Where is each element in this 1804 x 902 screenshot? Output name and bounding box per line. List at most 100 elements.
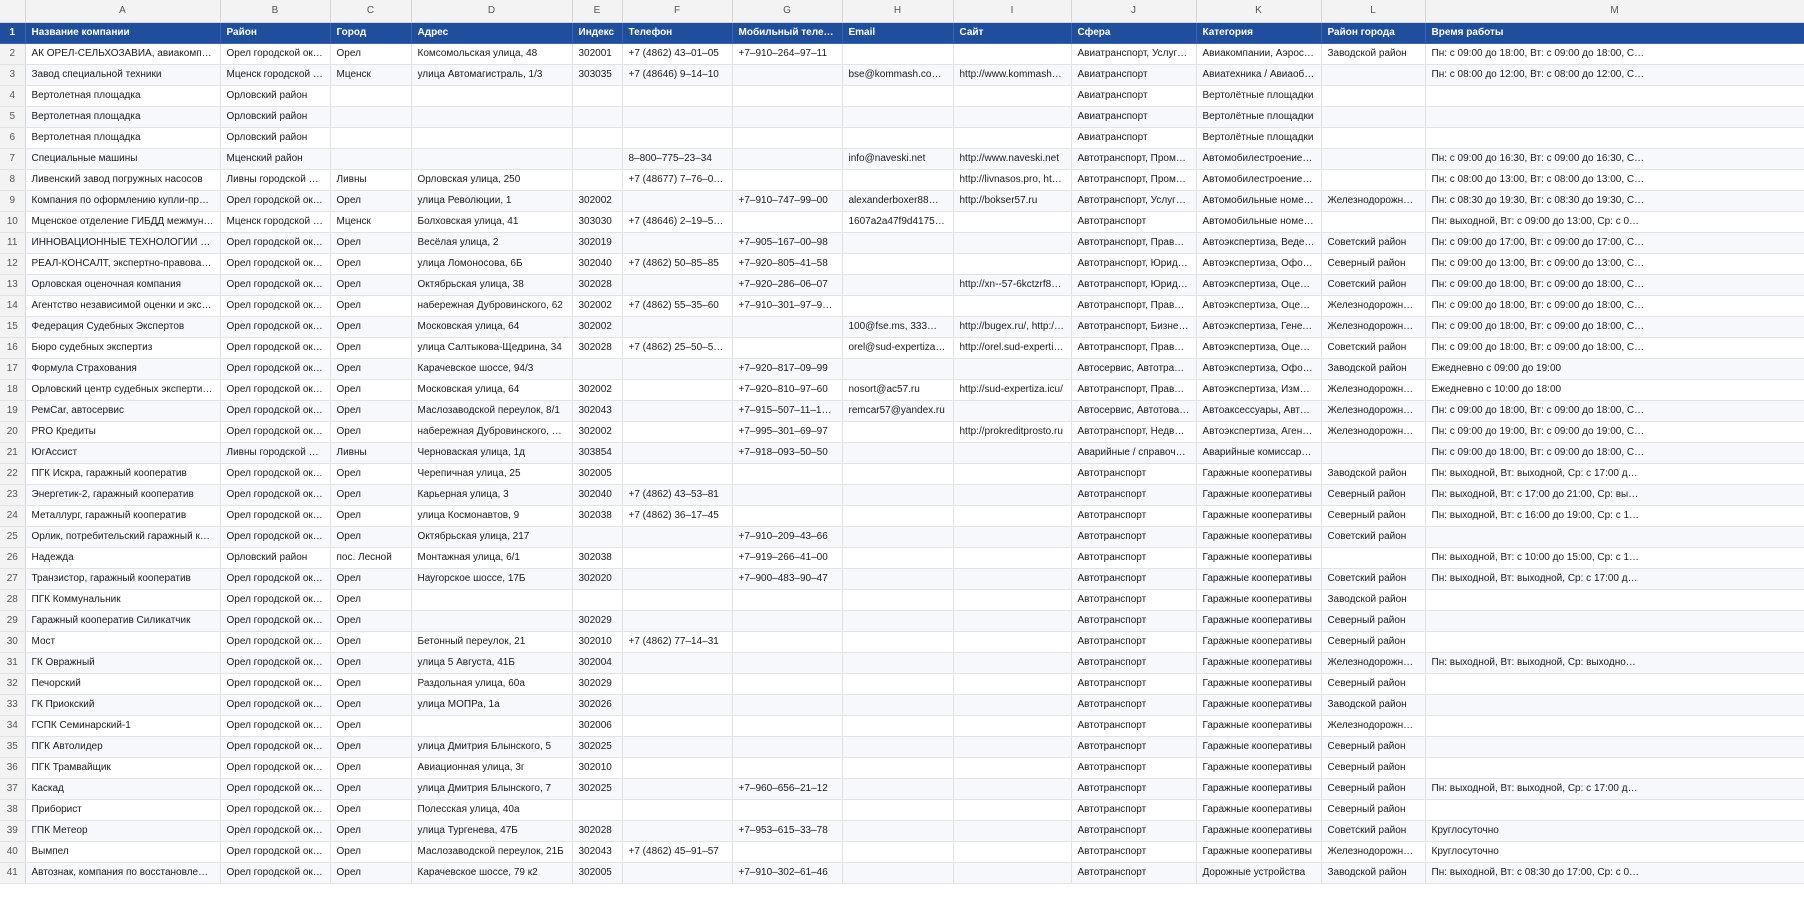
cell-category[interactable]: Гаражные кооперативы <box>1196 799 1322 821</box>
cell-site[interactable] <box>953 463 1072 485</box>
cell-district[interactable]: Орел городской округ <box>220 652 331 674</box>
cell-category[interactable]: Автоэкспертиза, Измерен… <box>1196 379 1322 401</box>
cell-mobile[interactable] <box>732 505 843 527</box>
row-number[interactable]: 2 <box>0 43 26 65</box>
column-header-d[interactable]: D <box>411 0 573 23</box>
cell-category[interactable]: Автоэкспертиза, Оформле… <box>1196 253 1322 275</box>
cell-address[interactable]: Карачевское шоссе, 94/3 <box>411 358 573 380</box>
cell-sphere[interactable]: Авиатранспорт <box>1071 106 1197 128</box>
cell-hours[interactable] <box>1425 799 1804 821</box>
row-number[interactable]: 27 <box>0 568 26 590</box>
column-header-c[interactable]: C <box>330 0 412 23</box>
cell-city[interactable]: Орел <box>330 778 412 800</box>
cell-email[interactable] <box>842 862 954 884</box>
cell-sphere[interactable]: Авиатранспорт, Услуги по… <box>1071 43 1197 65</box>
cell-city-district[interactable]: Северный район <box>1321 799 1426 821</box>
cell-city-district[interactable]: Северный район <box>1321 778 1426 800</box>
cell-city[interactable]: Орел <box>330 505 412 527</box>
cell-site[interactable] <box>953 526 1072 548</box>
cell-site[interactable] <box>953 43 1072 65</box>
cell-hours[interactable]: Пн: выходной, Вт: выходной, Ср: с 17:00 … <box>1425 778 1804 800</box>
cell-city-district[interactable]: Северный район <box>1321 757 1426 779</box>
row-number[interactable]: 5 <box>0 106 26 128</box>
cell-district[interactable]: Орел городской округ <box>220 295 331 317</box>
cell-email[interactable] <box>842 547 954 569</box>
cell-mobile[interactable] <box>732 757 843 779</box>
cell-company[interactable]: ГК Приокский <box>25 694 221 716</box>
cell-company[interactable]: Орловская оценочная компания <box>25 274 221 296</box>
cell-mobile[interactable]: +7–915–507–11–13, +7… <box>732 400 843 422</box>
cell-site[interactable] <box>953 736 1072 758</box>
cell-hours[interactable]: Пн: с 09:00 до 18:00, Вт: с 09:00 до 18:… <box>1425 337 1804 359</box>
cell-district[interactable]: Мценский район <box>220 148 331 170</box>
cell-company[interactable]: ИННОВАЦИОННЫЕ ТЕХНОЛОГИИ П… <box>25 232 221 254</box>
cell-phone[interactable] <box>622 274 733 296</box>
cell-city[interactable]: Орел <box>330 274 412 296</box>
cell-city[interactable] <box>330 127 412 149</box>
cell-category[interactable]: Автомобилестроение, Нас… <box>1196 169 1322 191</box>
cell-site[interactable] <box>953 106 1072 128</box>
cell-city-district[interactable]: Заводской район <box>1321 358 1426 380</box>
cell-district[interactable]: Орел городской округ <box>220 232 331 254</box>
cell-phone[interactable]: +7 (48646) 9–14–10 <box>622 64 733 86</box>
cell-sphere[interactable]: Автотранспорт <box>1071 526 1197 548</box>
cell-hours[interactable]: Пн: выходной, Вт: с 17:00 до 21:00, Ср: … <box>1425 484 1804 506</box>
cell-email[interactable]: 100@fse.ms, 333@fse.… <box>842 316 954 338</box>
row-number[interactable]: 40 <box>0 841 26 863</box>
cell-address[interactable]: улица Ломоносова, 6Б <box>411 253 573 275</box>
cell-address[interactable]: Черепичная улица, 25 <box>411 463 573 485</box>
cell-city[interactable]: Орел <box>330 232 412 254</box>
cell-city-district[interactable]: Железнодорожный р… <box>1321 400 1426 422</box>
row-number[interactable]: 32 <box>0 673 26 695</box>
cell-address[interactable]: улица Салтыкова-Щедрина, 34 <box>411 337 573 359</box>
cell-district[interactable]: Орел городской округ <box>220 400 331 422</box>
cell-city[interactable]: Орел <box>330 526 412 548</box>
cell-address[interactable] <box>411 148 573 170</box>
cell-index[interactable]: 302040 <box>572 253 623 275</box>
cell-address[interactable]: Московская улица, 64 <box>411 379 573 401</box>
cell-hours[interactable]: Пн: с 08:30 до 19:30, Вт: с 08:30 до 19:… <box>1425 190 1804 212</box>
cell-company[interactable]: PRO Кредиты <box>25 421 221 443</box>
row-number[interactable]: 12 <box>0 253 26 275</box>
cell-address[interactable]: улица Космонавтов, 9 <box>411 505 573 527</box>
cell-address[interactable]: улица Дмитрия Блынского, 5 <box>411 736 573 758</box>
cell-district[interactable]: Мценск городской окр… <box>220 64 331 86</box>
cell-category[interactable]: Автоэкспертиза, Оформле… <box>1196 358 1322 380</box>
header-cell-city[interactable]: Город <box>330 22 412 44</box>
cell-mobile[interactable] <box>732 589 843 611</box>
cell-company[interactable]: Бюро судебных экспертиз <box>25 337 221 359</box>
cell-phone[interactable]: +7 (4862) 45–91–57 <box>622 841 733 863</box>
row-number[interactable]: 24 <box>0 505 26 527</box>
row-number[interactable]: 10 <box>0 211 26 233</box>
cell-address[interactable]: Болховская улица, 41 <box>411 211 573 233</box>
row-number[interactable]: 35 <box>0 736 26 758</box>
cell-district[interactable]: Орловский район <box>220 106 331 128</box>
cell-city[interactable]: Орел <box>330 841 412 863</box>
row-number[interactable]: 33 <box>0 694 26 716</box>
cell-phone[interactable] <box>622 757 733 779</box>
cell-address[interactable]: Авиационная улица, 3г <box>411 757 573 779</box>
cell-sphere[interactable]: Автотранспорт <box>1071 799 1197 821</box>
cell-company[interactable]: ПГК Автолидер <box>25 736 221 758</box>
cell-phone[interactable]: +7 (48646) 2–19–51, +7… <box>622 211 733 233</box>
cell-category[interactable]: Автомобилестроение, Спе… <box>1196 148 1322 170</box>
cell-sphere[interactable]: Автотранспорт <box>1071 715 1197 737</box>
cell-index[interactable]: 302025 <box>572 736 623 758</box>
cell-company[interactable]: ПГК Коммунальник <box>25 589 221 611</box>
cell-district[interactable]: Орел городской округ <box>220 316 331 338</box>
cell-mobile[interactable]: +7–910–209–43–66 <box>732 526 843 548</box>
cell-category[interactable]: Гаражные кооперативы <box>1196 694 1322 716</box>
cell-phone[interactable] <box>622 127 733 149</box>
row-number[interactable]: 15 <box>0 316 26 338</box>
cell-phone[interactable] <box>622 778 733 800</box>
column-header-a[interactable]: A <box>25 0 221 23</box>
row-number[interactable]: 22 <box>0 463 26 485</box>
cell-city[interactable]: Орел <box>330 694 412 716</box>
cell-district[interactable]: Орел городской округ <box>220 253 331 275</box>
cell-company[interactable]: Транзистор, гаражный кооператив <box>25 568 221 590</box>
cell-sphere[interactable]: Автотранспорт, Правоохр… <box>1071 232 1197 254</box>
cell-mobile[interactable]: +7–910–747–99–00 <box>732 190 843 212</box>
cell-company[interactable]: Мценское отделение ГИБДД межмун… <box>25 211 221 233</box>
cell-company[interactable]: АК ОРЕЛ-СЕЛЬХОЗАВИА, авиакомпан… <box>25 43 221 65</box>
cell-phone[interactable]: +7 (4862) 50–85–85 <box>622 253 733 275</box>
